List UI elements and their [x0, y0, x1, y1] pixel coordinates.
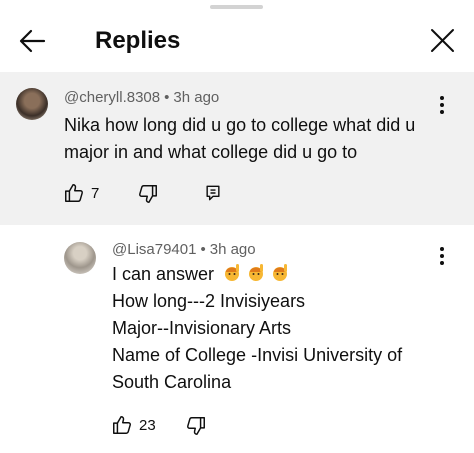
avatar[interactable]	[16, 88, 48, 120]
comment-meta: @Lisa79401 • 3h ago	[112, 240, 256, 260]
replies-header: Replies	[0, 0, 474, 72]
thumbs-down-icon	[187, 417, 205, 435]
reply-button[interactable]	[203, 183, 223, 203]
comment-line: South Carolina	[112, 372, 232, 392]
comment-line: Major--Invisionary Arts	[112, 318, 292, 338]
like-count: 23	[139, 416, 156, 434]
like-button[interactable]: 7	[63, 182, 99, 204]
like-button[interactable]: 23	[111, 414, 156, 436]
reply-comment: @Lisa79401 • 3h ago I can answer How long-…	[0, 225, 474, 453]
comment-line: How long---2 Invisiyears	[112, 291, 306, 311]
like-count: 7	[91, 184, 100, 202]
arrow-left-icon	[19, 29, 46, 53]
raising-hand-emoji	[219, 261, 291, 288]
thumbs-down-icon	[139, 185, 157, 203]
dislike-button[interactable]	[137, 183, 159, 205]
avatar[interactable]	[64, 242, 96, 274]
comment-text: I can answer How long---2 Invisiyears Ma…	[112, 261, 462, 396]
meta-separator: •	[164, 89, 170, 106]
back-button[interactable]	[16, 26, 48, 56]
thumbs-up-icon	[65, 184, 83, 202]
comment-time: 3h ago	[173, 89, 220, 106]
comment-time: 3h ago	[209, 241, 256, 258]
more-vertical-icon	[440, 96, 444, 100]
comment-meta: @cheryll.8308 • 3h ago	[64, 88, 219, 108]
thumbs-up-icon	[113, 416, 131, 434]
comment-username[interactable]: @cheryll.8308	[64, 89, 160, 106]
comment-text: Nika how long did u go to college what d…	[64, 115, 416, 162]
close-button[interactable]	[426, 26, 458, 56]
parent-comment: @cheryll.8308 • 3h ago Nika how long did u…	[0, 72, 474, 225]
dislike-button[interactable]	[185, 415, 207, 437]
more-vertical-icon	[440, 247, 444, 251]
reply-comment-icon	[206, 185, 220, 201]
comment-username[interactable]: @Lisa79401	[112, 241, 196, 258]
comment-line: I can answer	[112, 261, 462, 288]
close-icon	[431, 29, 454, 52]
comment-line: Name of College -Invisi University of	[112, 345, 403, 365]
meta-separator: •	[200, 241, 206, 258]
comment-line-text: I can answer	[112, 264, 215, 284]
page-title: Replies	[95, 27, 181, 54]
